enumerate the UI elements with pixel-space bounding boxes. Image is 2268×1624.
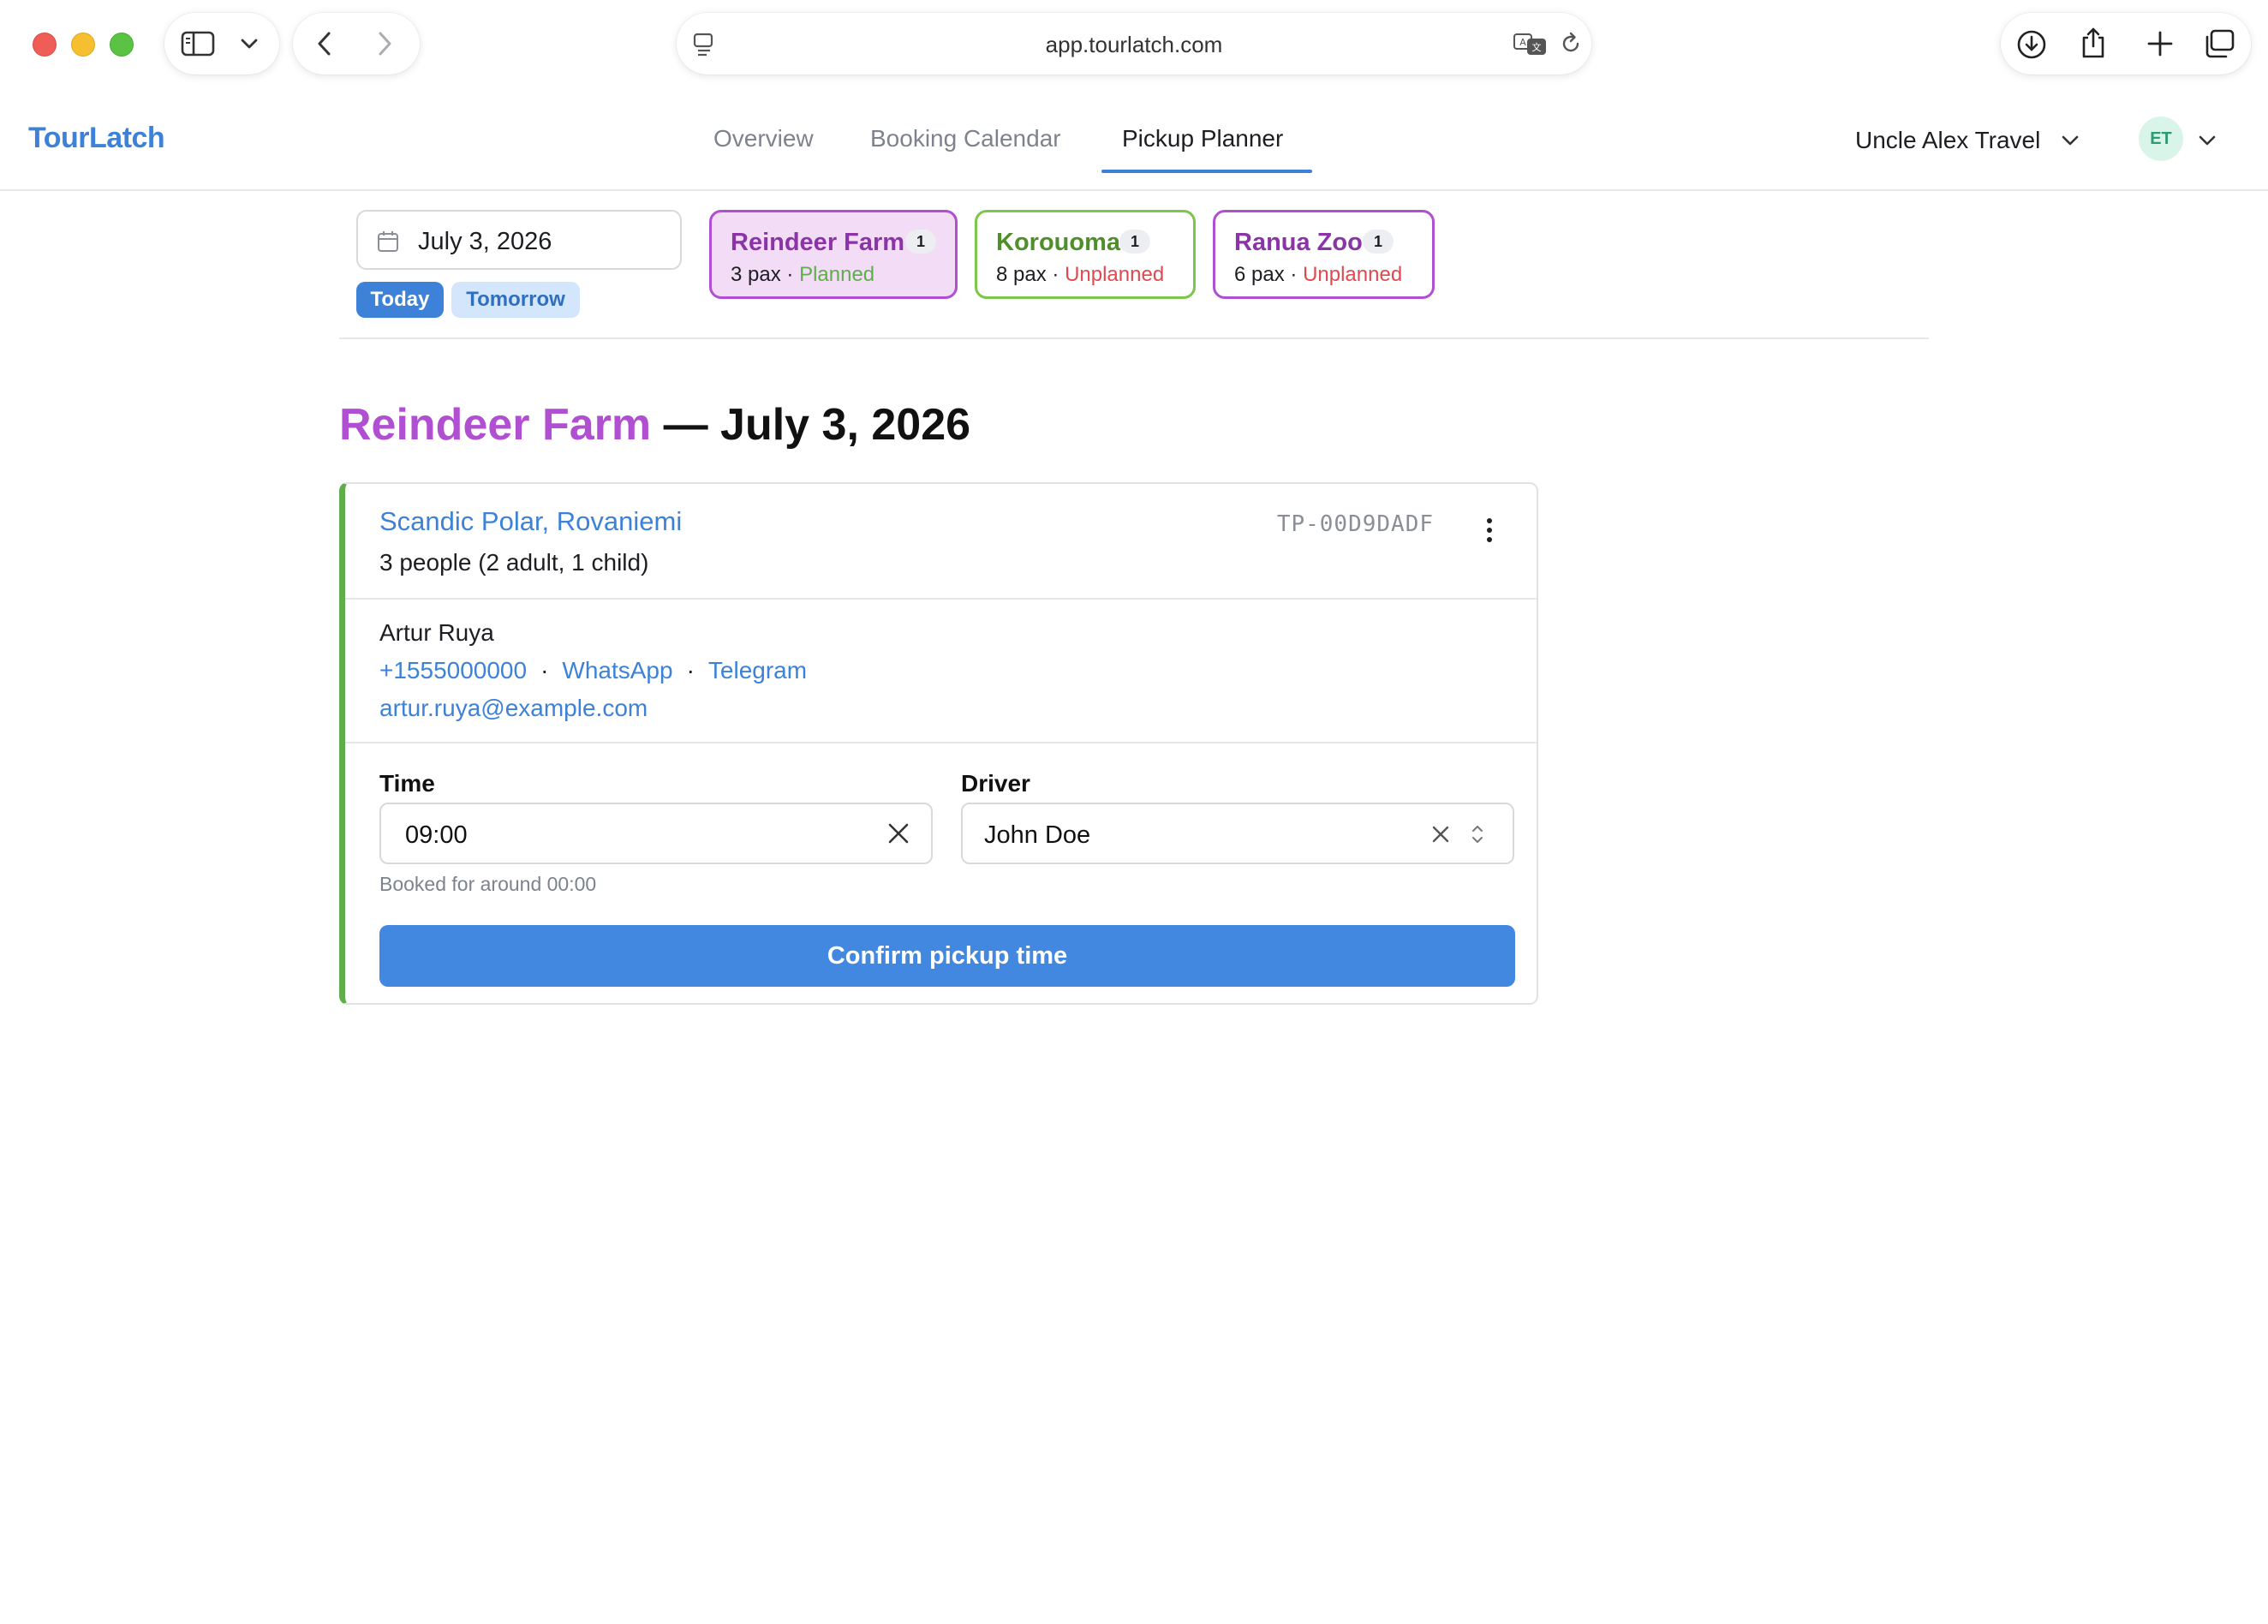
page-title-destination: Reindeer Farm: [339, 400, 652, 450]
destination-summary: 3 pax · Planned: [731, 263, 875, 286]
toolbar-actions: [2001, 13, 2251, 75]
card-divider: [345, 742, 1537, 743]
tomorrow-button[interactable]: Tomorrow: [451, 282, 580, 318]
time-label: Time: [379, 770, 435, 797]
driver-label: Driver: [961, 770, 1030, 797]
chevron-down-icon[interactable]: [240, 37, 259, 51]
url-text: app.tourlatch.com: [1045, 32, 1223, 57]
brand-logo[interactable]: TourLatch: [28, 122, 165, 155]
booking-count-badge: 1: [1119, 230, 1150, 254]
contact-name: Artur Ruya: [379, 619, 494, 646]
clear-icon[interactable]: [886, 821, 910, 845]
calendar-icon: [378, 231, 398, 252]
date-picker-input[interactable]: July 3, 2026: [356, 210, 682, 270]
share-icon[interactable]: [2080, 26, 2107, 60]
zoom-window-button[interactable]: [110, 33, 134, 57]
whatsapp-link[interactable]: WhatsApp: [562, 657, 672, 684]
contact-links: +1555000000 · WhatsApp · Telegram: [379, 657, 808, 684]
address-bar[interactable]: app.tourlatch.com A 文: [677, 13, 1591, 75]
tab-pickup-planner[interactable]: Pickup Planner: [1122, 125, 1283, 152]
minimize-window-button[interactable]: [71, 33, 95, 57]
close-window-button[interactable]: [33, 33, 57, 57]
tab-overview-icon[interactable]: [2203, 28, 2235, 59]
booking-card: Scandic Polar, Rovaniemi 3 people (2 adu…: [339, 482, 1538, 1005]
tab-booking-calendar[interactable]: Booking Calendar: [870, 125, 1061, 152]
confirm-pickup-button[interactable]: Confirm pickup time: [379, 925, 1515, 987]
back-icon[interactable]: [315, 30, 334, 57]
sidebar-toggle-group: [164, 13, 279, 75]
avatar[interactable]: ET: [2139, 116, 2183, 161]
svg-text:文: 文: [1532, 41, 1542, 53]
chevron-down-icon[interactable]: [2198, 134, 2217, 147]
party-size: 3 people (2 adult, 1 child): [379, 549, 649, 576]
destination-name: Korouoma: [996, 229, 1120, 256]
browser-toolbar: app.tourlatch.com A 文: [0, 0, 2268, 91]
driver-value: John Doe: [984, 821, 1091, 849]
today-button[interactable]: Today: [356, 282, 444, 318]
download-icon[interactable]: [2016, 29, 2047, 60]
destination-name: Ranua Zoo: [1234, 229, 1363, 256]
active-tab-indicator: [1101, 170, 1312, 173]
destination-card-ranua-zoo[interactable]: Ranua Zoo 1 6 pax · Unplanned: [1213, 210, 1435, 299]
destination-summary: 6 pax · Unplanned: [1234, 263, 1403, 286]
clear-icon[interactable]: [1430, 824, 1451, 845]
agency-selector[interactable]: Uncle Alex Travel: [1855, 127, 2040, 154]
telegram-link[interactable]: Telegram: [708, 657, 807, 684]
tab-overview[interactable]: Overview: [713, 125, 814, 152]
more-options-icon[interactable]: [1479, 513, 1500, 547]
driver-select[interactable]: John Doe: [961, 803, 1514, 864]
destination-name: Reindeer Farm: [731, 229, 905, 256]
booking-count-badge: 1: [1363, 230, 1394, 254]
pickup-hotel-link[interactable]: Scandic Polar, Rovaniemi: [379, 506, 682, 537]
reload-icon[interactable]: [1559, 32, 1583, 56]
phone-link[interactable]: +1555000000: [379, 657, 527, 684]
page-title-date: — July 3, 2026: [651, 400, 971, 450]
status-text: Unplanned: [1065, 263, 1165, 286]
email-link[interactable]: artur.ruya@example.com: [379, 695, 648, 722]
time-input[interactable]: 09:00: [379, 803, 933, 864]
status-text: Unplanned: [1303, 263, 1403, 286]
sidebar-icon[interactable]: [181, 31, 215, 57]
forward-icon[interactable]: [375, 30, 394, 57]
app-header: TourLatch Overview Booking Calendar Pick…: [0, 91, 2268, 191]
status-text: Planned: [799, 263, 875, 286]
booking-count-badge: 1: [905, 230, 936, 254]
select-arrows-icon[interactable]: [1470, 821, 1485, 847]
time-value: 09:00: [405, 821, 468, 849]
svg-text:A: A: [1519, 37, 1526, 48]
card-divider: [345, 598, 1537, 600]
section-divider: [339, 337, 1929, 339]
history-nav-group: [293, 13, 420, 75]
translate-icon[interactable]: A 文: [1513, 32, 1547, 56]
destination-card-korouoma[interactable]: Korouoma 1 8 pax · Unplanned: [975, 210, 1196, 299]
date-value: July 3, 2026: [418, 228, 552, 255]
booked-time-hint: Booked for around 00:00: [379, 873, 597, 895]
destination-summary: 8 pax · Unplanned: [996, 263, 1165, 286]
destination-card-reindeer-farm[interactable]: Reindeer Farm 1 3 pax · Planned: [709, 210, 958, 299]
new-tab-icon[interactable]: [2146, 30, 2174, 57]
booking-reference: TP-00D9DADF: [1276, 511, 1434, 537]
chevron-down-icon[interactable]: [2061, 134, 2080, 147]
page-title: Reindeer Farm — July 3, 2026: [339, 399, 970, 451]
